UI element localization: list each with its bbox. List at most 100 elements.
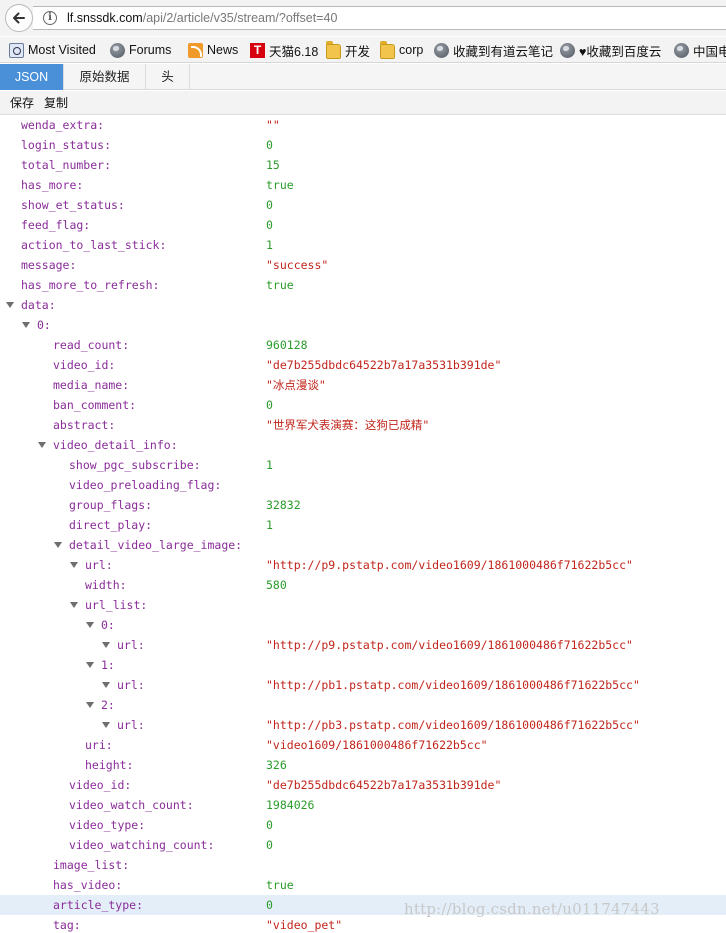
tree-node-row[interactable]: video_detail_info: xyxy=(0,435,726,455)
json-key: url: xyxy=(117,638,145,652)
tree-row[interactable]: url: "http://pb1.pstatp.com/video1609/186… xyxy=(0,675,726,695)
tree-row[interactable]: abstract: "世界军犬表演赛：这狗已成精" xyxy=(0,415,726,435)
bookmark-item[interactable]: Forums xyxy=(110,41,171,59)
bookmark-item[interactable]: 开发 xyxy=(326,40,370,59)
json-value: true xyxy=(266,878,294,892)
tree-node-row[interactable]: 0: xyxy=(0,615,726,635)
tree-node-row[interactable]: 1: xyxy=(0,655,726,675)
expand-triangle-icon[interactable] xyxy=(86,702,94,708)
bookmark-item[interactable]: News xyxy=(188,41,238,59)
json-key: read_count: xyxy=(53,338,130,352)
save-button[interactable]: 保存 xyxy=(8,94,36,112)
globe-icon xyxy=(560,42,575,58)
json-value: 32832 xyxy=(266,498,301,512)
tree-row[interactable]: video_preloading_flag: xyxy=(0,475,726,495)
expand-triangle-icon[interactable] xyxy=(70,562,78,568)
json-key: article_type: xyxy=(53,898,144,912)
bookmark-item[interactable]: 中国电 xyxy=(674,41,726,59)
expand-triangle-icon[interactable] xyxy=(70,602,78,608)
tree-row[interactable]: uri: "video1609/1861000486f71622b5cc" xyxy=(0,735,726,755)
tree-row[interactable]: video_id: "de7b255dbdc64522b7a17a3531b391… xyxy=(0,775,726,795)
json-value: 0 xyxy=(266,838,273,852)
json-toolbar: 保存 复制 xyxy=(0,91,726,115)
tree-row[interactable]: wenda_extra: "" xyxy=(0,115,726,135)
tree-row[interactable]: height: 326 xyxy=(0,755,726,775)
tree-node-row[interactable]: data: xyxy=(0,295,726,315)
expand-triangle-icon[interactable] xyxy=(38,442,46,448)
tree-node-row[interactable]: 2: xyxy=(0,695,726,715)
url-text[interactable]: lf.snssdk.com/api/2/article/v35/stream/?… xyxy=(67,11,337,25)
tree-row[interactable]: image_list: xyxy=(0,855,726,875)
tree-row[interactable]: show_et_status: 0 xyxy=(0,195,726,215)
tree-row[interactable]: url: "http://pb3.pstatp.com/video1609/186… xyxy=(0,715,726,735)
expand-triangle-icon[interactable] xyxy=(22,322,30,328)
tree-row[interactable]: action_to_last_stick: 1 xyxy=(0,235,726,255)
expand-triangle-icon[interactable] xyxy=(6,302,14,308)
bookmark-item[interactable]: corp xyxy=(380,40,423,59)
viewer-tabs: JSON 原始数据头 xyxy=(0,64,726,90)
expand-triangle-icon[interactable] xyxy=(102,642,110,648)
tree-row[interactable]: feed_flag: 0 xyxy=(0,215,726,235)
json-key: 1: xyxy=(101,658,115,672)
tree-row[interactable]: message: "success" xyxy=(0,255,726,275)
copy-button[interactable]: 复制 xyxy=(42,94,70,112)
json-key: video_type: xyxy=(69,818,146,832)
expand-triangle-icon[interactable] xyxy=(102,682,110,688)
json-key: uri: xyxy=(85,738,113,752)
back-button[interactable] xyxy=(5,4,33,32)
back-arrow-icon xyxy=(13,12,25,24)
tab-headers[interactable]: 头 xyxy=(146,64,190,90)
tree-row[interactable]: url: "http://p9.pstatp.com/video1609/1861… xyxy=(0,635,726,655)
tree-node-row[interactable]: url_list: xyxy=(0,595,726,615)
tree-row[interactable]: ban_comment: 0 xyxy=(0,395,726,415)
bookmark-label: 天猫6.18 xyxy=(269,44,319,59)
bookmark-item[interactable]: 收藏到有道云笔记 xyxy=(434,41,553,59)
json-key: video_id: xyxy=(69,778,132,792)
tree-row[interactable]: has_more_to_refresh: true xyxy=(0,275,726,295)
json-value: "http://pb1.pstatp.com/video1609/1861000… xyxy=(266,678,640,692)
tab-raw-data[interactable]: 原始数据 xyxy=(64,64,146,90)
json-key: show_pgc_subscribe: xyxy=(69,458,201,472)
bookmark-label: 中国电 xyxy=(693,44,726,59)
json-key: wenda_extra: xyxy=(21,118,105,132)
expand-triangle-icon[interactable] xyxy=(54,542,62,548)
expand-triangle-icon[interactable] xyxy=(86,662,94,668)
tree-row[interactable]: show_pgc_subscribe: 1 xyxy=(0,455,726,475)
tree-row[interactable]: group_flags: 32832 xyxy=(0,495,726,515)
json-value: "success" xyxy=(266,258,329,272)
expand-triangle-icon[interactable] xyxy=(86,622,94,628)
bookmark-item[interactable]: ♥收藏到百度云 xyxy=(560,41,661,59)
tree-row[interactable]: video_watching_count: 0 xyxy=(0,835,726,855)
tree-row[interactable]: total_number: 15 xyxy=(0,155,726,175)
tree-row[interactable]: has_more: true xyxy=(0,175,726,195)
tree-row[interactable]: login_status: 0 xyxy=(0,135,726,155)
tree-row[interactable]: video_watch_count: 1984026 xyxy=(0,795,726,815)
tree-row[interactable]: url: "http://p9.pstatp.com/video1609/1861… xyxy=(0,555,726,575)
json-value: 0 xyxy=(266,398,273,412)
globe-icon xyxy=(110,42,125,58)
json-tree: wenda_extra: "" login_status: 0 total_number… xyxy=(0,115,726,933)
json-value: "世界军犬表演赛：这狗已成精" xyxy=(266,418,430,432)
site-info-icon[interactable]: i xyxy=(43,11,57,25)
globe-icon xyxy=(674,42,689,58)
url-field[interactable]: i lf.snssdk.com/api/2/article/v35/stream… xyxy=(33,6,726,30)
tree-row[interactable]: direct_play: 1 xyxy=(0,515,726,535)
tab-json[interactable]: JSON xyxy=(0,64,64,90)
tree-node-row[interactable]: detail_video_large_image: xyxy=(0,535,726,555)
json-value: "" xyxy=(266,118,280,132)
json-value: 0 xyxy=(266,898,273,912)
expand-triangle-icon[interactable] xyxy=(102,722,110,728)
tree-row[interactable]: media_name: "冰点漫谈" xyxy=(0,375,726,395)
bookmark-item[interactable]: T 天猫6.18 xyxy=(250,41,318,59)
tree-row[interactable]: video_type: 0 xyxy=(0,815,726,835)
bookmark-label: ♥收藏到百度云 xyxy=(579,44,662,59)
tree-row[interactable]: video_id: "de7b255dbdc64522b7a17a3531b391… xyxy=(0,355,726,375)
tree-row[interactable]: has_video: true xyxy=(0,875,726,895)
tree-row[interactable]: width: 580 xyxy=(0,575,726,595)
tree-row[interactable]: read_count: 960128 xyxy=(0,335,726,355)
most-visited-icon xyxy=(9,42,24,58)
json-key: tag: xyxy=(53,918,81,932)
navigation-bar: i lf.snssdk.com/api/2/article/v35/stream… xyxy=(0,0,726,36)
tree-node-row[interactable]: 0: xyxy=(0,315,726,335)
bookmark-item[interactable]: Most Visited xyxy=(9,41,96,59)
